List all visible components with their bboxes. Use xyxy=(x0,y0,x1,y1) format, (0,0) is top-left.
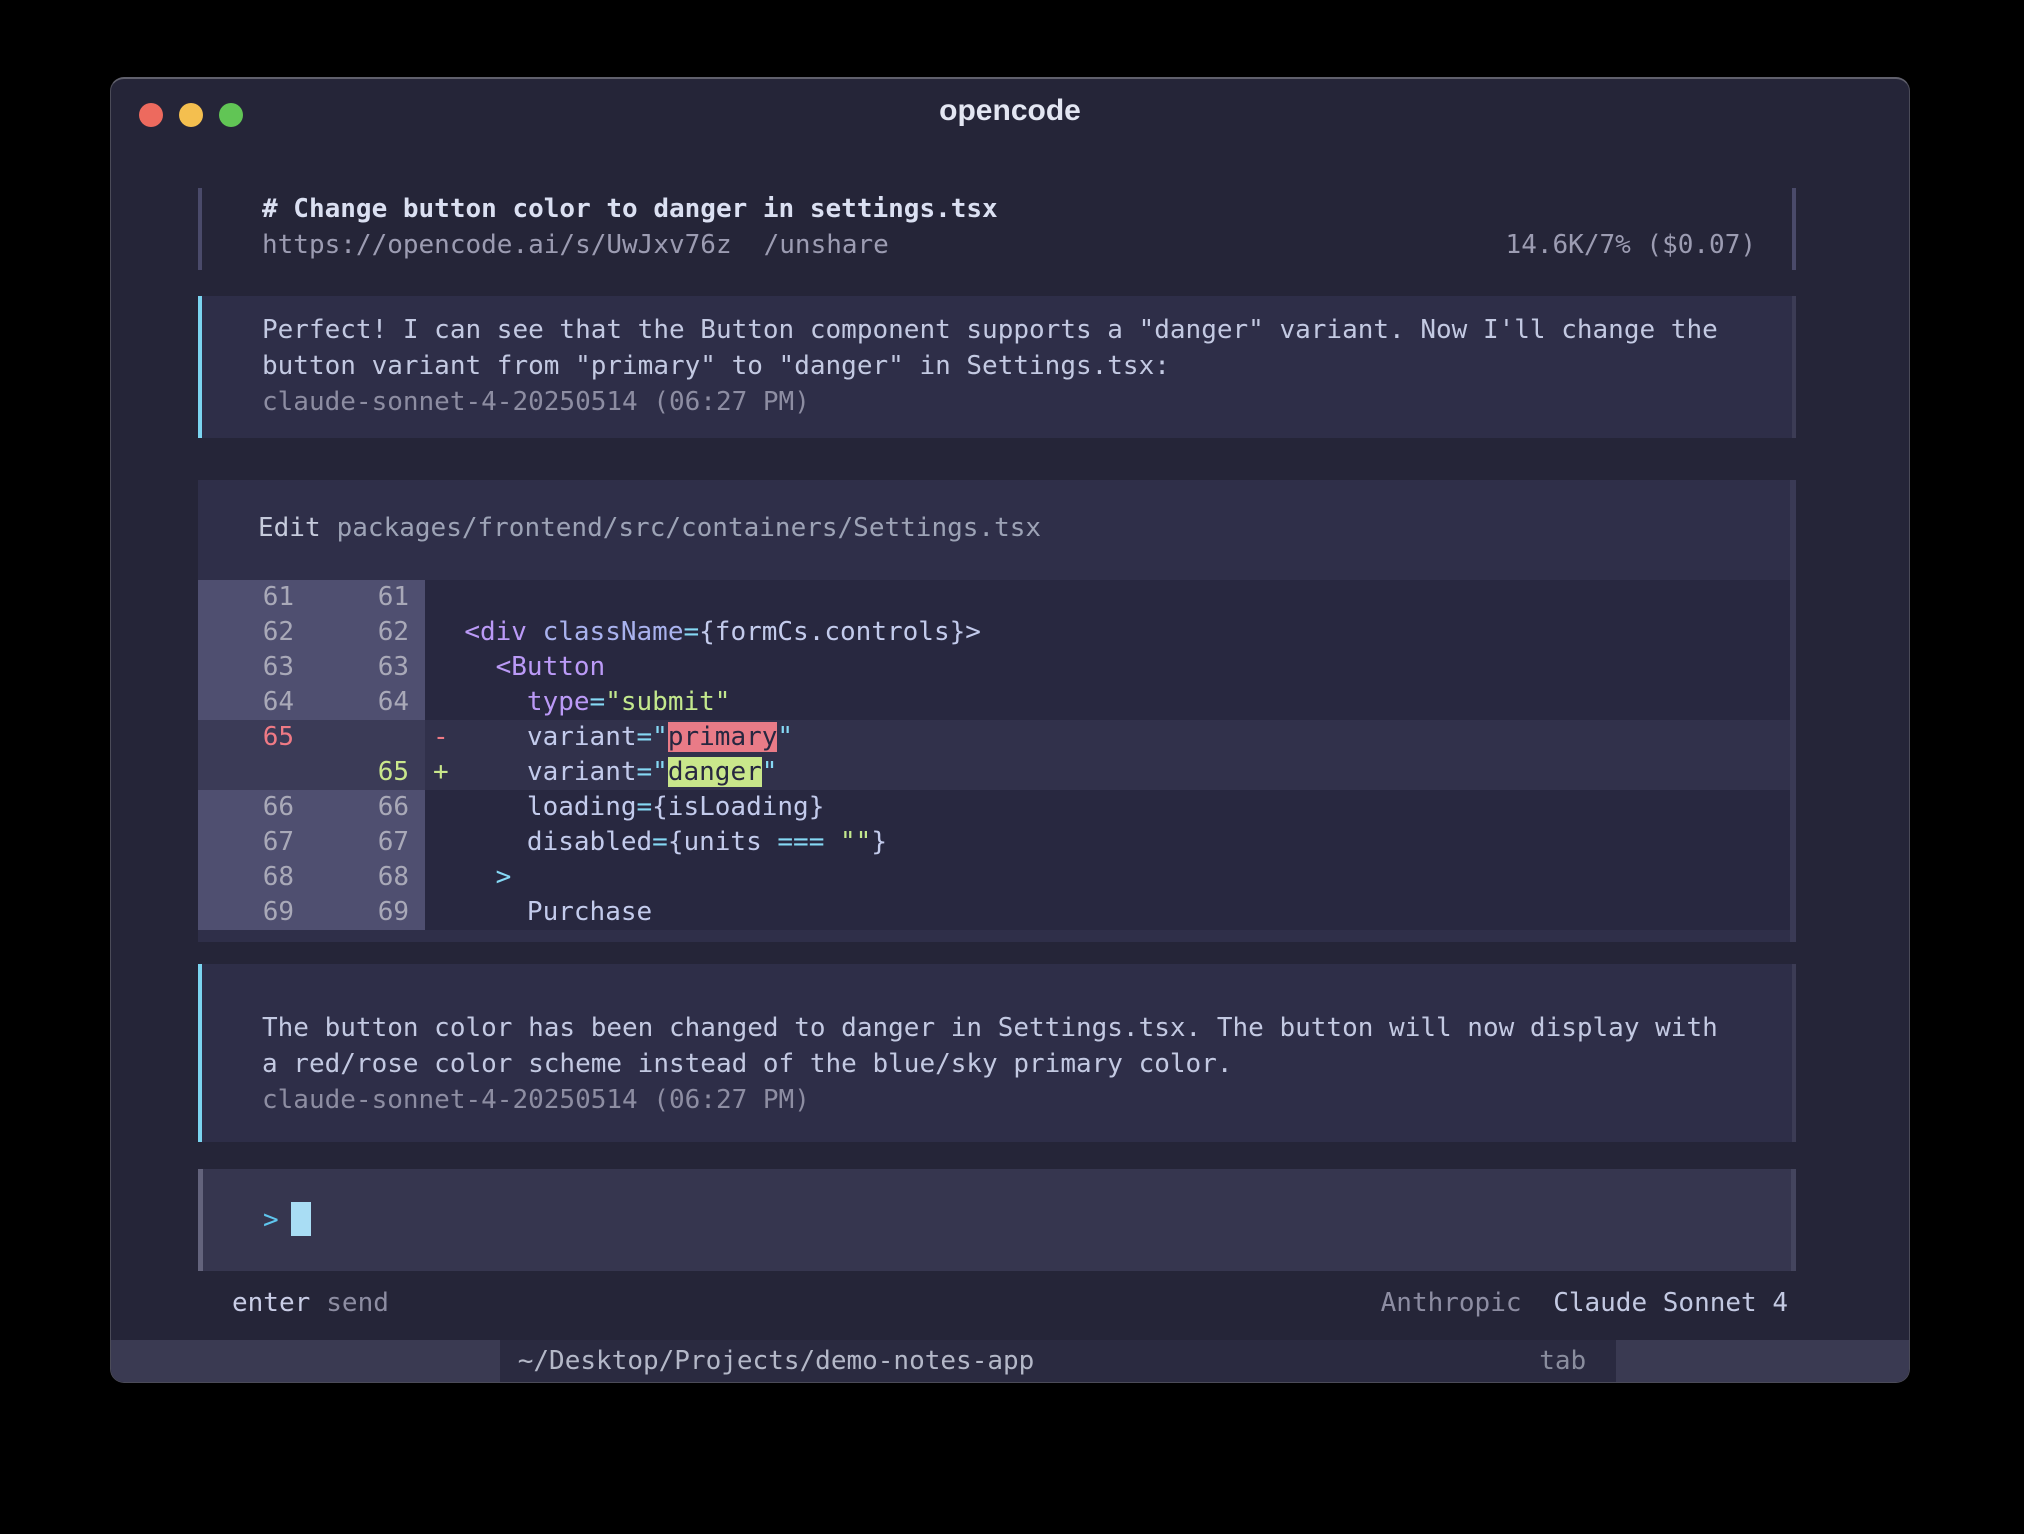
message-line: a red/rose color scheme instead of the b… xyxy=(262,1046,1792,1082)
diff-code-line: loading={isLoading} xyxy=(425,790,1790,825)
desktop-background: { "window": { "title": "opencode" }, "he… xyxy=(0,0,2024,1534)
session-subheader: https://opencode.ai/s/UwJxv76z /unshare … xyxy=(262,227,1792,263)
share-url-link[interactable]: https://opencode.ai/s/UwJxv76z xyxy=(262,227,732,263)
token-cost-stats: 14.6K/7% ($0.07) xyxy=(1506,227,1756,263)
text-cursor xyxy=(291,1202,311,1236)
line-number-old: 61 xyxy=(198,580,314,615)
status-bar: opencodev0.3.11 ~/Desktop/Projects/demo-… xyxy=(111,1340,1909,1382)
diff-code-line: > xyxy=(425,860,1790,895)
diff-row: 6464 type="submit" xyxy=(198,685,1790,720)
line-number-new: 67 xyxy=(314,825,425,860)
edit-tool-label: Edit xyxy=(258,513,321,543)
mode-toggle[interactable]: BUILDMODE xyxy=(1616,1340,1909,1382)
line-number-old: 63 xyxy=(198,650,314,685)
line-number-new: 65 xyxy=(314,755,425,790)
model-indicator: Anthropic Claude Sonnet 4 xyxy=(1381,1285,1788,1321)
diff-row: 6161 xyxy=(198,580,1790,615)
diff-code-line: type="submit" xyxy=(425,685,1790,720)
line-number-old: 64 xyxy=(198,685,314,720)
diff-row: 6363 <Button xyxy=(198,650,1790,685)
line-number-old: 65 xyxy=(198,720,314,755)
diff-row: 6969 Purchase xyxy=(198,895,1790,930)
message-line: The button color has been changed to dan… xyxy=(262,1010,1792,1046)
working-directory: ~/Desktop/Projects/demo-notes-app xyxy=(518,1340,1035,1382)
line-number-new: 61 xyxy=(314,580,425,615)
diff-row: 6666 loading={isLoading} xyxy=(198,790,1790,825)
titlebar: opencode xyxy=(111,79,1909,143)
line-number-old: 68 xyxy=(198,860,314,895)
diff-code-line: - variant="primary" xyxy=(425,720,1790,755)
line-number-new: 68 xyxy=(314,860,425,895)
assistant-message: Perfect! I can see that the Button compo… xyxy=(198,296,1796,438)
line-number-old: 67 xyxy=(198,825,314,860)
diff-row: 6868 > xyxy=(198,860,1790,895)
edit-file-path: packages/frontend/src/containers/Setting… xyxy=(337,513,1041,543)
tab-key-hint: tab xyxy=(1539,1340,1586,1382)
diff-row: 6262 <div className={formCs.controls}> xyxy=(198,615,1790,650)
model-provider: Anthropic xyxy=(1381,1288,1522,1318)
line-number-new: 63 xyxy=(314,650,425,685)
message-meta: claude-sonnet-4-20250514 (06:27 PM) xyxy=(262,1082,1792,1118)
message-meta: claude-sonnet-4-20250514 (06:27 PM) xyxy=(262,384,1792,420)
diff-code-line: disabled={units === ""} xyxy=(425,825,1790,860)
diff-code-line xyxy=(425,580,1790,615)
line-number-new: 62 xyxy=(314,615,425,650)
diff-view: 61616262 <div className={formCs.controls… xyxy=(198,580,1790,930)
diff-row: 65+ variant="danger" xyxy=(198,755,1790,790)
diff-row: 6767 disabled={units === ""} xyxy=(198,825,1790,860)
line-number-new: 66 xyxy=(314,790,425,825)
diff-code-line: + variant="danger" xyxy=(425,755,1790,790)
line-number-old xyxy=(198,755,314,790)
assistant-message: The button color has been changed to dan… xyxy=(198,964,1796,1142)
prompt-input[interactable]: > xyxy=(198,1169,1796,1271)
message-line: button variant from "primary" to "danger… xyxy=(262,348,1792,384)
diff-row: 65 - variant="primary" xyxy=(198,720,1790,755)
edit-tool-header: Edit packages/frontend/src/containers/Set… xyxy=(198,510,1790,546)
line-number-new: 64 xyxy=(314,685,425,720)
send-action-hint: send xyxy=(326,1285,389,1321)
line-number-new: 69 xyxy=(314,895,425,930)
message-line: Perfect! I can see that the Button compo… xyxy=(262,312,1792,348)
app-version-segment: opencodev0.3.11 xyxy=(111,1340,500,1382)
edit-tool-block: Edit packages/frontend/src/containers/Set… xyxy=(198,480,1796,942)
diff-code-line: <Button xyxy=(425,650,1790,685)
model-name: Claude Sonnet 4 xyxy=(1553,1288,1788,1318)
diff-code-line: Purchase xyxy=(425,895,1790,930)
unshare-command[interactable]: /unshare xyxy=(764,227,889,263)
line-number-new xyxy=(314,720,425,755)
hint-row: enter send Anthropic Claude Sonnet 4 xyxy=(198,1285,1796,1321)
session-header: # Change button color to danger in setti… xyxy=(198,188,1796,270)
line-number-old: 62 xyxy=(198,615,314,650)
diff-code-line: <div className={formCs.controls}> xyxy=(425,615,1790,650)
line-number-old: 66 xyxy=(198,790,314,825)
session-title: # Change button color to danger in setti… xyxy=(262,191,1792,227)
window-title: opencode xyxy=(111,79,1909,143)
prompt-chevron: > xyxy=(263,1202,279,1238)
opencode-window: opencode # Change button color to danger… xyxy=(110,77,1910,1383)
line-number-old: 69 xyxy=(198,895,314,930)
enter-key-hint: enter xyxy=(232,1285,310,1321)
